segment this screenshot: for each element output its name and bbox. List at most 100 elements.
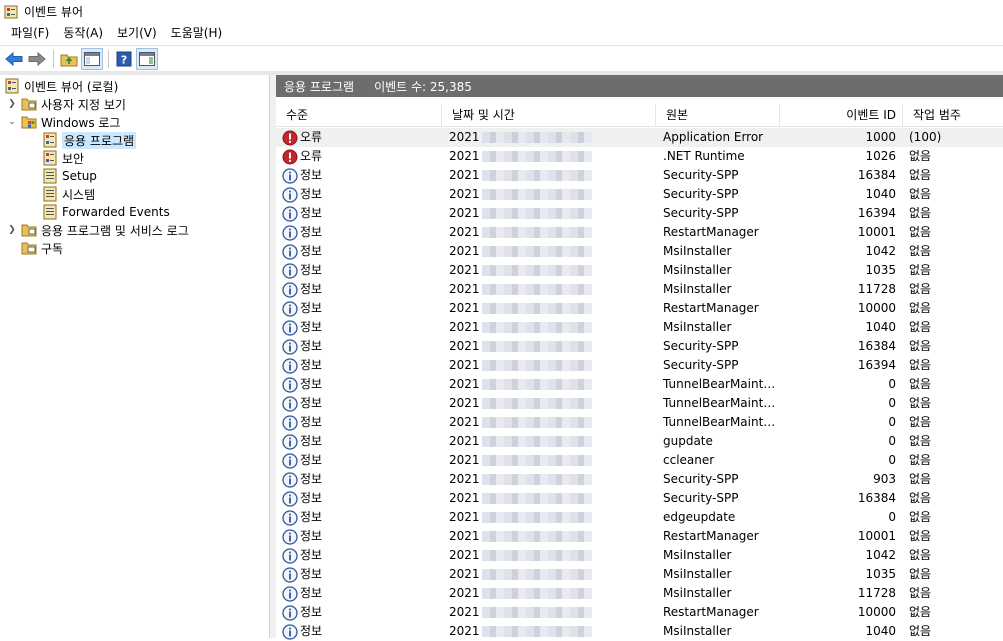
table-row[interactable]: 정보 2021 Security-SPP 903 없음 [276, 470, 1003, 489]
cell-date-time: 2021 [442, 603, 656, 622]
cell-date-time: 2021 [442, 356, 656, 375]
table-row[interactable]: 정보 2021 Security-SPP 16384 없음 [276, 489, 1003, 508]
info-icon [282, 604, 298, 621]
tree-item-system[interactable]: 시스템 [42, 185, 95, 203]
tree-item-windows-logs[interactable]: ⌄ Windows 로그 [6, 113, 120, 131]
table-row[interactable]: 오류 2021 Application Error 1000 (100) [276, 128, 1003, 147]
date-text: 2021 [449, 415, 480, 429]
table-row[interactable]: 정보 2021 MsiInstaller 1035 없음 [276, 565, 1003, 584]
redacted-blur [481, 341, 592, 352]
tree-item-setup[interactable]: Setup [42, 167, 97, 185]
tree-item-event-viewer-local[interactable]: 이벤트 뷰어 (로컬) [4, 77, 118, 95]
cell-level: 정보 [276, 527, 442, 546]
table-row[interactable]: 정보 2021 MsiInstaller 11728 없음 [276, 280, 1003, 299]
table-row[interactable]: 오류 2021 .NET Runtime 1026 없음 [276, 147, 1003, 166]
show-hide-action-pane-button[interactable] [136, 48, 158, 70]
cell-level: 정보 [276, 565, 442, 584]
cell-event-id: 1035 [865, 567, 896, 581]
tree-item-app-service-logs[interactable]: ❯ 응용 프로그램 및 서비스 로그 [6, 221, 189, 239]
table-row[interactable]: 정보 2021 edgeupdate 0 없음 [276, 508, 1003, 527]
cell-task-category: 없음 [909, 225, 932, 239]
tree-item-security[interactable]: 보안 [42, 149, 84, 167]
cell-event-id: 11728 [857, 586, 896, 600]
cell-level: 정보 [276, 166, 442, 185]
info-icon [282, 167, 298, 184]
table-row[interactable]: 정보 2021 MsiInstaller 1040 없음 [276, 318, 1003, 337]
table-row[interactable]: 정보 2021 Security-SPP 1040 없음 [276, 185, 1003, 204]
level-text: 정보 [300, 282, 323, 296]
cell-date-time: 2021 [442, 470, 656, 489]
tree-item-custom-views[interactable]: ❯ 사용자 지정 보기 [6, 95, 126, 113]
column-header-level[interactable]: 수준 [276, 104, 442, 127]
cell-date-time: 2021 [442, 413, 656, 432]
table-row[interactable]: 정보 2021 MsiInstaller 1035 없음 [276, 261, 1003, 280]
cell-event-id: 0 [888, 453, 896, 467]
level-text: 정보 [300, 586, 323, 600]
column-header-event-id[interactable]: 이벤트 ID [780, 104, 903, 127]
cell-source: Security-SPP [663, 187, 739, 201]
expand-arrow-icon[interactable]: ❯ [6, 225, 18, 235]
menu-file[interactable]: 파일(F) [4, 24, 56, 43]
info-icon [282, 338, 298, 355]
cell-source: TunnelBearMainten... [663, 396, 780, 410]
tree-label: Setup [62, 169, 97, 183]
up-one-level-button[interactable] [58, 48, 80, 70]
table-row[interactable]: 정보 2021 gupdate 0 없음 [276, 432, 1003, 451]
cell-level: 정보 [276, 489, 442, 508]
redacted-blur [481, 436, 592, 447]
table-row[interactable]: 정보 2021 TunnelBearMainten... 0 없음 [276, 375, 1003, 394]
back-button[interactable] [3, 48, 25, 70]
column-header-source[interactable]: 원본 [656, 104, 780, 127]
redacted-blur [481, 170, 592, 181]
cell-level: 정보 [276, 356, 442, 375]
table-row[interactable]: 정보 2021 MsiInstaller 11728 없음 [276, 584, 1003, 603]
level-text: 정보 [300, 339, 323, 353]
table-row[interactable]: 정보 2021 ccleaner 0 없음 [276, 451, 1003, 470]
table-row[interactable]: 정보 2021 MsiInstaller 1042 없음 [276, 242, 1003, 261]
table-row[interactable]: 정보 2021 RestartManager 10001 없음 [276, 223, 1003, 242]
date-text: 2021 [449, 301, 480, 315]
show-hide-console-tree-button[interactable] [81, 48, 103, 70]
cell-task-category: 없음 [909, 453, 932, 467]
toolbar: ? [0, 45, 1003, 72]
forward-button[interactable] [26, 48, 48, 70]
column-header-task-category[interactable]: 작업 범주 [903, 104, 1003, 127]
menu-help[interactable]: 도움말(H) [164, 24, 230, 43]
info-icon [282, 395, 298, 412]
table-row[interactable]: 정보 2021 TunnelBearMainten... 0 없음 [276, 413, 1003, 432]
table-row[interactable]: 정보 2021 MsiInstaller 1040 없음 [276, 622, 1003, 641]
level-text: 정보 [300, 225, 323, 239]
cell-level: 정보 [276, 337, 442, 356]
cell-level: 정보 [276, 413, 442, 432]
table-row[interactable]: 정보 2021 RestartManager 10000 없음 [276, 603, 1003, 622]
date-text: 2021 [449, 339, 480, 353]
menu-view[interactable]: 보기(V) [110, 24, 164, 43]
tree-item-application[interactable]: 응용 프로그램 [42, 131, 137, 149]
table-row[interactable]: 정보 2021 Security-SPP 16394 없음 [276, 204, 1003, 223]
tree-item-forwarded-events[interactable]: Forwarded Events [42, 203, 170, 221]
tree-item-subscriptions[interactable]: 구독 [21, 239, 63, 257]
help-button[interactable]: ? [113, 48, 135, 70]
menu-action[interactable]: 동작(A) [56, 24, 110, 43]
redacted-blur [481, 417, 592, 428]
log-icon [43, 186, 57, 202]
folder-icon [21, 224, 37, 237]
cell-event-id: 10001 [857, 529, 896, 543]
table-row[interactable]: 정보 2021 MsiInstaller 1042 없음 [276, 546, 1003, 565]
cell-task-category: 없음 [909, 301, 932, 315]
table-row[interactable]: 정보 2021 Security-SPP 16384 없음 [276, 166, 1003, 185]
expand-arrow-icon[interactable]: ❯ [6, 99, 18, 109]
cell-event-id: 1042 [865, 244, 896, 258]
table-row[interactable]: 정보 2021 TunnelBearMainten... 0 없음 [276, 394, 1003, 413]
table-row[interactable]: 정보 2021 Security-SPP 16394 없음 [276, 356, 1003, 375]
level-text: 정보 [300, 320, 323, 334]
level-text: 정보 [300, 415, 323, 429]
cell-event-id: 1035 [865, 263, 896, 277]
redacted-blur [481, 208, 592, 219]
column-header-date-time[interactable]: 날짜 및 시간 [442, 104, 656, 127]
toolbar-separator [108, 50, 109, 68]
table-row[interactable]: 정보 2021 RestartManager 10001 없음 [276, 527, 1003, 546]
collapse-arrow-icon[interactable]: ⌄ [6, 117, 18, 127]
table-row[interactable]: 정보 2021 RestartManager 10000 없음 [276, 299, 1003, 318]
table-row[interactable]: 정보 2021 Security-SPP 16384 없음 [276, 337, 1003, 356]
